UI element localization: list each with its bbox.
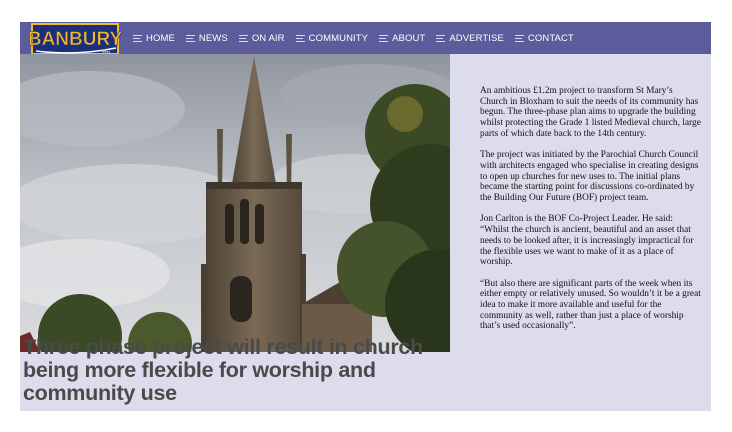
menu-lines-icon [295,34,305,42]
nav-item-community[interactable]: COMMUNITY [295,32,369,44]
church-photo [20,54,450,352]
menu-lines-icon [185,34,195,42]
nav-item-contact[interactable]: CONTACT [514,32,574,44]
nav-item-label: ON AIR [251,32,285,44]
menu-lines-icon [379,34,389,42]
nav-item-label: CONTACT [527,32,574,44]
nav-item-advertise[interactable]: ADVERTISE [436,33,504,44]
top-navigation-bar: BANBURY fm HOME NEWS ON AIR COMMUNITY AB… [20,22,711,57]
article-headline: Three phase project will result in churc… [23,335,423,405]
logo-text: BANBURY [30,29,122,50]
nav-item-news[interactable]: NEWS [185,32,228,44]
article-paragraph: An ambitious £1.2m project to transform … [480,86,701,139]
nav-item-label: ABOUT [392,32,426,44]
article-body: An ambitious £1.2m project to transform … [480,86,702,343]
banbury-fm-logo[interactable]: BANBURY fm [30,22,122,58]
nav-item-on-air[interactable]: ON AIR [238,32,285,44]
nav-item-label: COMMUNITY [308,32,369,44]
nav-item-label: ADVERTISE [449,32,504,44]
nav-item-label: NEWS [198,32,228,44]
article-paragraph: The project was initiated by the Parochi… [480,150,699,204]
main-menu: HOME NEWS ON AIR COMMUNITY ABOUT ADVERTI… [133,22,574,54]
nav-item-about[interactable]: ABOUT [379,33,425,44]
menu-lines-icon [238,34,248,42]
menu-lines-icon [436,34,446,42]
article-paragraph: “But also there are significant parts of… [480,278,701,332]
menu-lines-icon [133,34,142,42]
nav-item-label: HOME [146,32,175,44]
nav-item-home[interactable]: HOME [133,33,175,44]
menu-lines-icon [514,34,524,42]
article-paragraph: Jon Carlton is the BOF Co-Project Leader… [480,214,694,268]
page-frame: BANBURY fm HOME NEWS ON AIR COMMUNITY AB… [20,22,711,411]
